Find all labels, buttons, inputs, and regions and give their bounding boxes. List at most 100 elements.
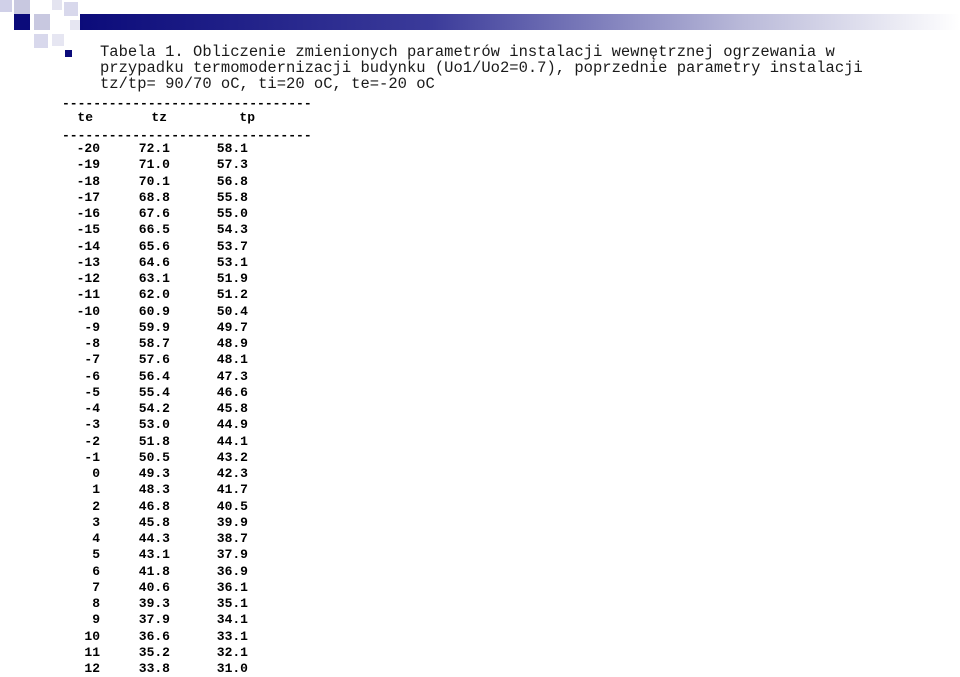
cell-te: -16 (76, 206, 100, 221)
cell-tz: 70.1 (138, 173, 170, 189)
cell-tp: 34.1 (216, 612, 248, 628)
table-row: -10 60.9 50.4 (62, 304, 248, 320)
cell-tz: 45.8 (138, 514, 170, 530)
table-row: 6 41.8 36.9 (62, 564, 248, 580)
cell-tp: 58.1 (216, 141, 248, 156)
table-row: -14 65.6 53.7 (62, 239, 248, 255)
cell-tp: 51.9 (216, 271, 248, 286)
table-row: -9 59.9 49.7 (62, 320, 248, 336)
table-row: 10 36.6 33.1 (62, 629, 248, 645)
cell-tp: 46.6 (216, 384, 248, 400)
cell-tz: 37.9 (138, 612, 170, 628)
cell-te: -5 (84, 384, 100, 400)
cell-tz: 67.6 (138, 206, 170, 221)
cell-te: -7 (84, 352, 100, 368)
table-row: -16 67.6 55.0 (62, 206, 248, 222)
decor-square (14, 14, 30, 30)
cell-te: 4 (92, 531, 100, 546)
cell-tz: 66.5 (138, 222, 170, 238)
decor-square (52, 0, 62, 10)
cell-te: -13 (76, 254, 100, 270)
decor-square (70, 20, 80, 30)
column-header-tp: tp (239, 110, 255, 125)
cell-tp: 55.0 (216, 206, 248, 221)
table-row: -5 55.4 46.6 (62, 385, 248, 401)
cell-te: -15 (76, 222, 100, 238)
table-row: 5 43.1 37.9 (62, 547, 248, 563)
cell-tp: 48.1 (216, 352, 248, 368)
decor-square (34, 34, 48, 48)
cell-tz: 44.3 (138, 531, 170, 546)
table-row: -18 70.1 56.8 (62, 174, 248, 190)
cell-tz: 50.5 (138, 449, 170, 465)
cell-tp: 39.9 (216, 514, 248, 530)
cell-te: 5 (92, 547, 100, 563)
table-row: -13 64.6 53.1 (62, 255, 248, 271)
table-row: -3 53.0 44.9 (62, 417, 248, 433)
cell-tz: 65.6 (138, 238, 170, 254)
cell-te: -18 (76, 173, 100, 189)
cell-tz: 71.0 (138, 157, 170, 173)
table-row: -1 50.5 43.2 (62, 450, 248, 466)
cell-te: 2 (92, 498, 100, 514)
cell-tp: 57.3 (216, 157, 248, 173)
table-row: -8 58.7 48.9 (62, 336, 248, 352)
cell-te: -20 (76, 141, 100, 156)
cell-tz: 62.0 (138, 287, 170, 303)
cell-tp: 37.9 (216, 547, 248, 563)
table-row: 0 49.3 42.3 (62, 466, 248, 482)
cell-te: 6 (92, 563, 100, 579)
cell-tp: 55.8 (216, 189, 248, 205)
cell-te: -1 (84, 449, 100, 465)
table-row: 2 46.8 40.5 (62, 499, 248, 515)
cell-tz: 40.6 (138, 579, 170, 595)
cell-tz: 46.8 (138, 498, 170, 514)
cell-tz: 43.1 (138, 547, 170, 563)
cell-te: -17 (76, 189, 100, 205)
cell-te: -2 (84, 433, 100, 449)
cell-tp: 48.9 (216, 336, 248, 351)
cell-tz: 51.8 (138, 433, 170, 449)
table-row: -15 66.5 54.3 (62, 222, 248, 238)
cell-tp: 49.7 (216, 319, 248, 335)
cell-te: 0 (92, 466, 100, 481)
cell-te: 9 (92, 612, 100, 628)
cell-tp: 51.2 (216, 287, 248, 303)
table-row: -7 57.6 48.1 (62, 352, 248, 368)
column-header-tz: tz (151, 110, 167, 125)
cell-tp: 56.8 (216, 173, 248, 189)
table-header: te tz tp (62, 110, 255, 125)
table-row: -19 71.0 57.3 (62, 157, 248, 173)
cell-tp: 44.9 (216, 417, 248, 433)
cell-te: 11 (84, 644, 100, 660)
column-header-te: te (77, 110, 93, 125)
table-row: 1 48.3 41.7 (62, 482, 248, 498)
cell-te: -11 (76, 287, 100, 303)
cell-tz: 49.3 (138, 466, 170, 481)
cell-te: -8 (84, 336, 100, 351)
cell-tp: 31.0 (216, 661, 248, 676)
cell-te: 12 (84, 661, 100, 676)
cell-tz: 39.3 (138, 596, 170, 611)
cell-tz: 35.2 (138, 644, 170, 660)
cell-tz: 41.8 (138, 563, 170, 579)
table-body: -20 72.1 58.1 -19 71.0 57.3 -18 70.1 56.8 -17 68.8… (62, 141, 248, 677)
table-row: 9 37.9 34.1 (62, 612, 248, 628)
cell-tp: 45.8 (216, 401, 248, 416)
cell-tz: 54.2 (138, 401, 170, 416)
decor-square (34, 14, 50, 30)
cell-tp: 54.3 (216, 222, 248, 238)
bullet-icon (65, 50, 72, 57)
decor-square (0, 0, 12, 12)
cell-tp: 40.5 (216, 498, 248, 514)
cell-tz: 60.9 (138, 303, 170, 319)
cell-tp: 36.1 (216, 579, 248, 595)
cell-tp: 50.4 (216, 303, 248, 319)
cell-te: 1 (92, 482, 100, 498)
cell-te: -6 (84, 368, 100, 384)
cell-tz: 72.1 (138, 141, 170, 156)
cell-te: 10 (84, 628, 100, 644)
table-row: -17 68.8 55.8 (62, 190, 248, 206)
cell-tp: 53.7 (216, 238, 248, 254)
cell-tz: 36.6 (138, 628, 170, 644)
